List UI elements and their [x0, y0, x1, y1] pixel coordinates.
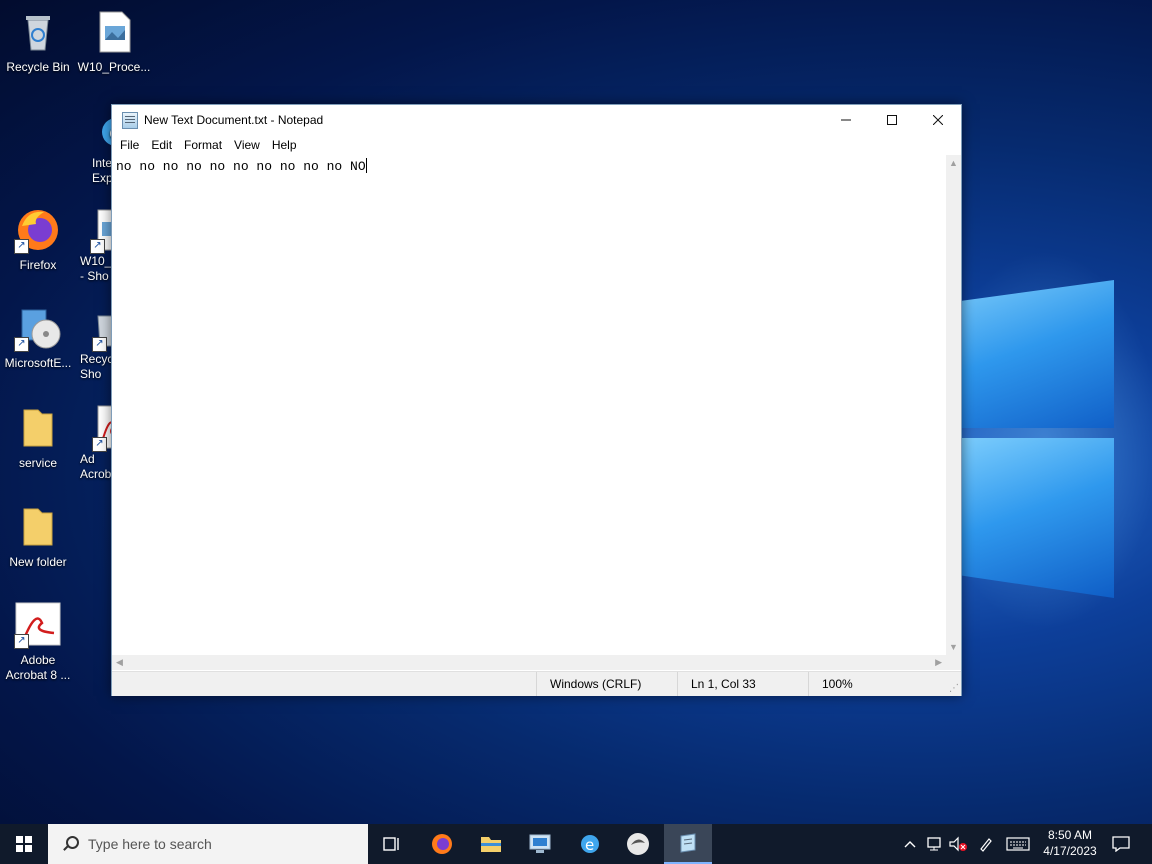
- desktop-icon-adobe-acrobat[interactable]: ↗ Adobe Acrobat 8 ...: [0, 601, 76, 683]
- volume-muted-icon: [949, 836, 967, 852]
- folder-icon: [14, 503, 62, 551]
- firefox-icon: ↗: [14, 206, 62, 254]
- svg-text:e: e: [585, 836, 594, 854]
- desktop-icon-new-folder[interactable]: New folder: [0, 503, 76, 570]
- status-bar: Windows (CRLF) Ln 1, Col 33 100% ⋰: [112, 671, 961, 696]
- desktop-icon-label: MicrosoftE...: [4, 356, 72, 370]
- notepad-window[interactable]: New Text Document.txt - Notepad File Edi…: [111, 104, 962, 696]
- scrollbar-corner: [946, 655, 961, 670]
- maximize-button[interactable]: [869, 105, 915, 135]
- status-zoom: 100%: [808, 672, 952, 696]
- minimize-button[interactable]: [823, 105, 869, 135]
- search-icon: [62, 836, 79, 852]
- search-placeholder: Type here to search: [88, 836, 212, 852]
- desktop-icon-service-folder[interactable]: service: [0, 404, 76, 471]
- scroll-left-icon[interactable]: ◀: [116, 657, 123, 668]
- show-hidden-icons-button[interactable]: [900, 824, 920, 864]
- desktop-icon-recycle-bin[interactable]: Recycle Bin: [0, 8, 76, 75]
- taskbar-internet-explorer[interactable]: e: [566, 824, 614, 864]
- app-icon: [627, 833, 649, 855]
- taskbar-remote-desktop[interactable]: [516, 824, 564, 864]
- taskbar-firefox[interactable]: [418, 824, 466, 864]
- desktop-icon-label: New folder: [9, 555, 67, 569]
- desktop-icon-microsoft-edge-setup[interactable]: ↗ MicrosoftE...: [0, 304, 76, 371]
- window-title: New Text Document.txt - Notepad: [144, 113, 324, 127]
- status-line-ending: Windows (CRLF): [536, 672, 678, 696]
- vertical-scrollbar[interactable]: ▲ ▼: [946, 155, 961, 655]
- close-icon: [933, 115, 943, 125]
- editor-text: no no no no no no no no no no NO: [116, 159, 366, 174]
- menu-edit[interactable]: Edit: [145, 138, 178, 152]
- shortcut-arrow-icon: ↗: [14, 337, 29, 352]
- image-file-icon: [90, 8, 138, 56]
- internet-explorer-icon: e: [581, 835, 599, 854]
- menu-view[interactable]: View: [228, 138, 266, 152]
- shortcut-arrow-icon: ↗: [92, 437, 107, 452]
- shortcut-arrow-icon: ↗: [14, 634, 29, 649]
- keyboard-icon: [1006, 837, 1030, 851]
- desktop-icon-firefox[interactable]: ↗ Firefox: [0, 206, 76, 273]
- wallpaper-logo-pane-bottom: [962, 438, 1114, 598]
- shortcut-arrow-icon: ↗: [92, 337, 107, 352]
- desktop-icon-label: Recycle Bin: [6, 60, 70, 74]
- start-button[interactable]: [0, 824, 48, 864]
- resize-grip-icon[interactable]: ⋰: [949, 683, 959, 694]
- notepad-icon: [122, 111, 138, 129]
- windows-logo-icon: [16, 836, 32, 852]
- task-view-icon: [383, 837, 399, 851]
- status-cursor-position: Ln 1, Col 33: [677, 672, 809, 696]
- text-caret: [365, 158, 367, 173]
- menu-help[interactable]: Help: [266, 138, 303, 152]
- desktop-icon-w10-procedure[interactable]: W10_Proce...: [76, 8, 152, 75]
- shortcut-arrow-icon: ↗: [90, 239, 105, 254]
- firefox-icon: [432, 834, 452, 854]
- network-button[interactable]: [923, 824, 945, 864]
- maximize-icon: [887, 115, 897, 125]
- taskbar: Type here to search e 8:50 AM 4/17/2023: [0, 824, 1152, 864]
- remote-desktop-icon: [529, 834, 551, 853]
- taskbar-app[interactable]: [614, 824, 662, 864]
- folder-icon: [14, 404, 62, 452]
- wallpaper-logo-pane-top: [962, 280, 1114, 428]
- scroll-down-icon[interactable]: ▼: [949, 642, 958, 652]
- desktop-icon-label: service: [18, 456, 57, 470]
- menu-file[interactable]: File: [114, 138, 145, 152]
- desktop-icon-label: Firefox: [19, 258, 57, 272]
- network-icon: [927, 837, 941, 851]
- text-editor[interactable]: no no no no no no no no no no NO: [112, 155, 946, 655]
- minimize-icon: [841, 119, 851, 121]
- chevron-up-icon: [904, 841, 916, 848]
- notepad-icon: [680, 833, 696, 853]
- clock-time: 8:50 AM: [1047, 828, 1093, 842]
- taskbar-search-box[interactable]: Type here to search: [48, 824, 368, 864]
- taskbar-file-explorer[interactable]: [467, 824, 515, 864]
- scroll-right-icon[interactable]: ▶: [935, 657, 942, 668]
- shortcut-arrow-icon: ↗: [14, 239, 29, 254]
- notification-icon: [1112, 836, 1130, 852]
- taskbar-notepad[interactable]: [664, 824, 712, 864]
- folder-icon: [481, 837, 501, 852]
- close-button[interactable]: [915, 105, 961, 135]
- taskbar-clock[interactable]: 8:50 AM 4/17/2023: [1030, 824, 1110, 864]
- pen-workspace-button[interactable]: [975, 824, 997, 864]
- task-view-button[interactable]: [368, 824, 416, 864]
- horizontal-scrollbar[interactable]: ◀ ▶: [112, 655, 946, 670]
- menu-format[interactable]: Format: [178, 138, 228, 152]
- title-bar[interactable]: New Text Document.txt - Notepad: [112, 105, 961, 135]
- clock-date: 4/17/2023: [1043, 844, 1097, 858]
- desktop-icon-label: W10_Proce...: [77, 60, 151, 74]
- pdf-file-icon: ↗: [14, 601, 62, 649]
- desktop-icon-label: Adobe Acrobat 8 ...: [5, 653, 71, 682]
- recycle-bin-icon: [14, 8, 62, 56]
- scroll-up-icon[interactable]: ▲: [949, 158, 958, 168]
- pen-icon: [980, 838, 992, 852]
- touch-keyboard-button[interactable]: [1003, 824, 1033, 864]
- action-center-button[interactable]: [1106, 824, 1136, 864]
- volume-button[interactable]: [947, 824, 969, 864]
- menu-bar: File Edit Format View Help: [112, 135, 961, 155]
- installer-disc-icon: ↗: [14, 304, 62, 352]
